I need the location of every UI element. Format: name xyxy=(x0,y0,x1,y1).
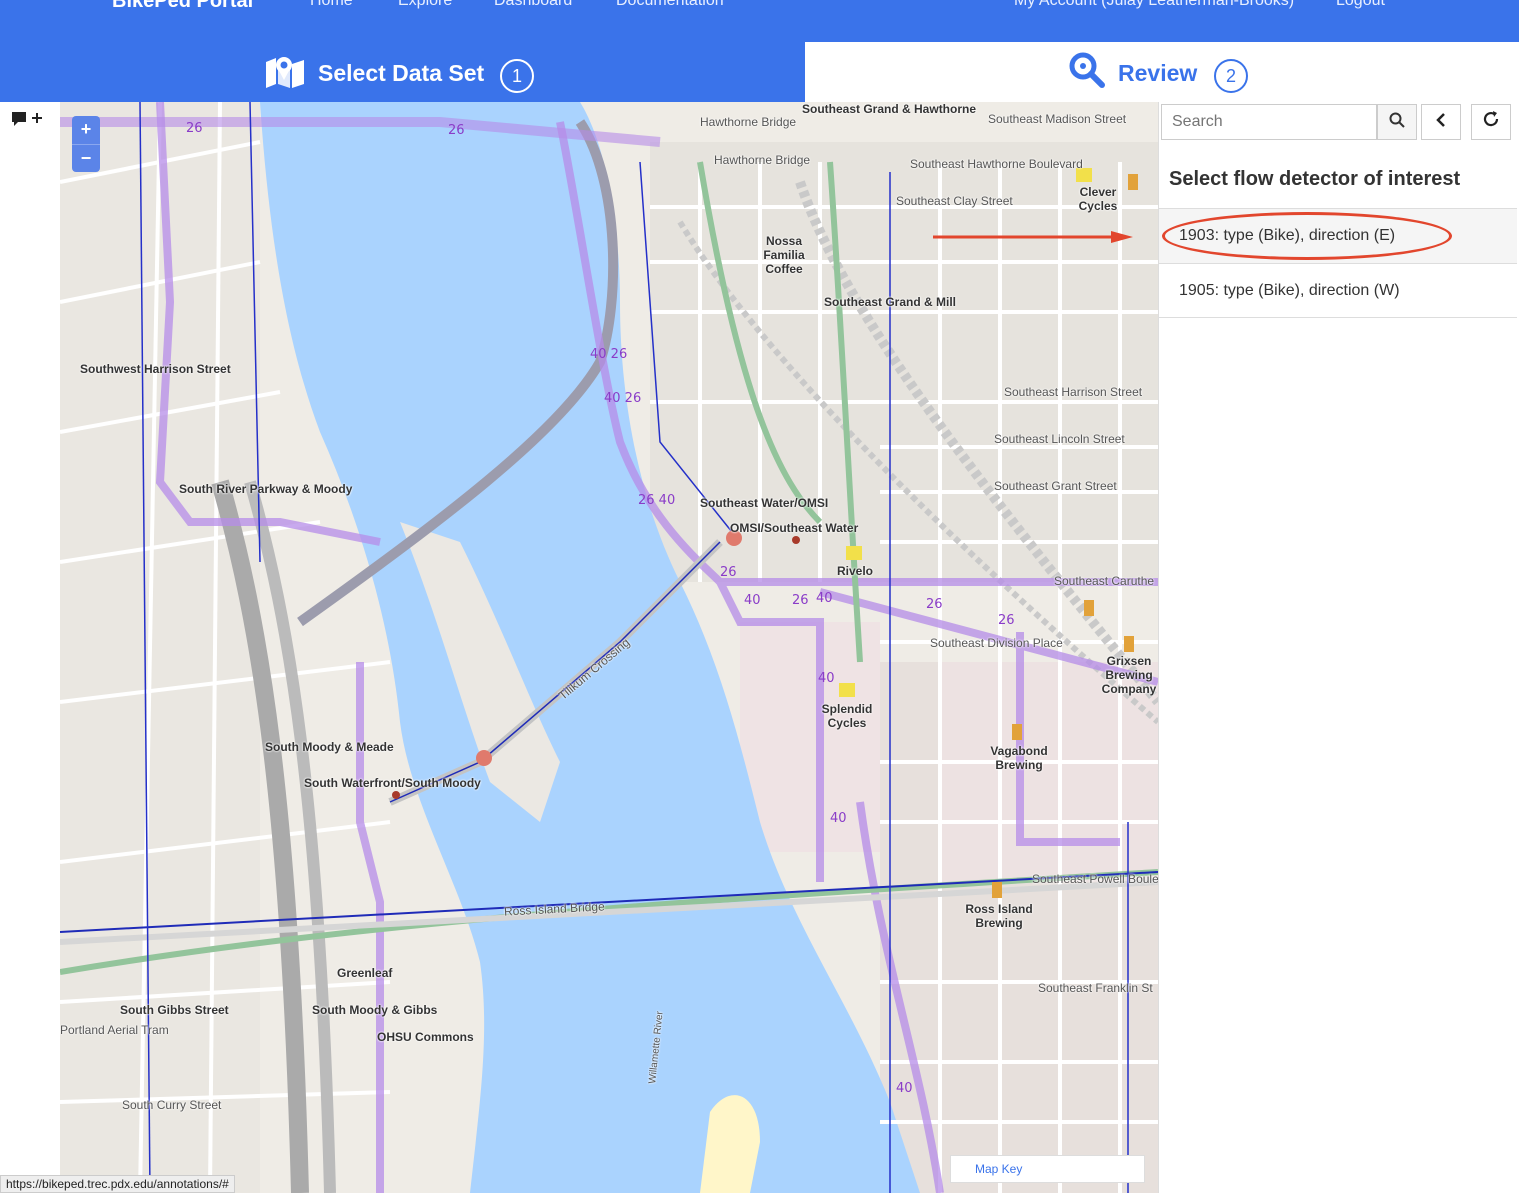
wizard-steps: Select Data Set 1 Review 2 xyxy=(0,42,1519,102)
map-label: Southeast Caruthe xyxy=(1054,574,1155,588)
svg-text:40: 40 xyxy=(816,591,833,606)
map-label: Southeast Grand & Mill xyxy=(824,295,957,309)
svg-text:26: 26 xyxy=(792,593,809,608)
svg-text:26: 26 xyxy=(720,565,737,580)
map-view[interactable]: 26 26 40 26 40 26 26 40 26 40 26 26 26 40 40 4… xyxy=(60,102,1158,1193)
step-select-data-set[interactable]: Select Data Set 1 xyxy=(0,42,805,102)
map-label: Southeast Harrison Street xyxy=(1004,385,1143,399)
search-icon xyxy=(1389,112,1405,128)
map-label: Southeast Water/OMSI xyxy=(700,496,829,510)
map-label: Southeast Grand & Hawthorne xyxy=(802,102,977,116)
svg-text:40: 40 xyxy=(818,671,835,686)
detector-panel: Select flow detector of interest 1903: t… xyxy=(1158,102,1519,1193)
map-label: Southeast Lincoln Street xyxy=(994,432,1125,446)
map-label: South Gibbs Street xyxy=(120,1003,229,1017)
map-label-vagabond: Vagabond Brewing xyxy=(990,744,1048,772)
map-label: Southeast Grant Street xyxy=(994,479,1117,493)
nav-dashboard[interactable]: Dashboard xyxy=(494,0,572,10)
svg-text:26: 26 xyxy=(998,613,1015,628)
brand-logo[interactable]: BikePed Portal xyxy=(112,0,253,13)
comment-plus-icon xyxy=(12,112,42,126)
map-label: South Curry Street xyxy=(122,1098,222,1112)
zoom-in-button[interactable]: + xyxy=(72,116,100,144)
nav-my-account[interactable]: My Account (Julay Leatherman-Brooks) xyxy=(1014,0,1294,10)
detector-item-1903[interactable]: 1903: type (Bike), direction (E) xyxy=(1159,208,1517,263)
search-input[interactable] xyxy=(1161,104,1377,140)
svg-text:40: 40 xyxy=(830,811,847,826)
step-2-label: Review xyxy=(1118,60,1198,86)
map-label: Portland Aerial Tram xyxy=(60,1023,169,1037)
map-label: Hawthorne Bridge xyxy=(714,153,811,167)
status-bar-url: https://bikeped.trec.pdx.edu/annotations… xyxy=(0,1175,235,1193)
map-key-button[interactable]: Map Key xyxy=(950,1155,1145,1183)
map-label: Southeast Division Place xyxy=(930,636,1063,650)
map-label: OMSI/Southeast Water xyxy=(730,521,859,535)
add-annotation-button[interactable] xyxy=(10,110,50,134)
zoom-out-button[interactable]: − xyxy=(72,144,100,172)
nav-logout[interactable]: Logout xyxy=(1336,0,1385,10)
search-button[interactable] xyxy=(1377,104,1417,140)
map-label: Hawthorne Bridge xyxy=(700,115,797,129)
nav-documentation[interactable]: Documentation xyxy=(616,0,724,10)
step-1-label: Select Data Set xyxy=(318,60,485,86)
svg-text:40: 40 xyxy=(896,1081,913,1096)
refresh-button[interactable] xyxy=(1471,104,1511,140)
back-button[interactable] xyxy=(1421,104,1461,140)
map-label: Southeast Powell Boulevard xyxy=(1032,872,1158,886)
zoom-control: + − xyxy=(72,116,100,172)
search-icon xyxy=(1069,52,1105,88)
step-1-number: 1 xyxy=(500,59,534,93)
top-navbar: BikePed Portal Home Explore Dashboard Do… xyxy=(0,0,1519,42)
refresh-icon xyxy=(1483,111,1499,127)
nav-explore[interactable]: Explore xyxy=(398,0,452,10)
map-label-nossa: Nossa Familia Coffee xyxy=(763,234,805,276)
svg-text:40 26: 40 26 xyxy=(590,347,627,362)
map-label: South River Parkway & Moody xyxy=(179,482,353,496)
step-2-number: 2 xyxy=(1214,59,1248,93)
svg-text:26: 26 xyxy=(926,597,943,612)
svg-text:26 40: 26 40 xyxy=(638,493,675,508)
map-label-ross-island-brewing: Ross Island Brewing xyxy=(965,902,1033,930)
map-label: South Waterfront/South Moody xyxy=(304,776,481,790)
map-label: Southeast Hawthorne Boulevard xyxy=(910,157,1083,171)
map-pin-icon xyxy=(266,57,304,88)
svg-text:40: 40 xyxy=(744,593,761,608)
map-label: Rivelo xyxy=(837,564,874,578)
panel-title: Select flow detector of interest xyxy=(1169,168,1461,190)
nav-home[interactable]: Home xyxy=(310,0,353,10)
map-label: Southeast Clay Street xyxy=(896,194,1013,208)
chevron-left-icon xyxy=(1436,113,1445,127)
map-label: OHSU Commons xyxy=(377,1030,474,1044)
svg-text:26: 26 xyxy=(448,123,465,138)
map-label-splendid: Splendid Cycles xyxy=(821,702,873,730)
step-review[interactable]: Review 2 xyxy=(1060,42,1320,102)
map-label-grixsen: Grixsen Brewing Company xyxy=(1101,654,1157,696)
map-label-clever-cycles: Clever Cycles xyxy=(1078,185,1118,213)
map-label: Southeast Franklin St xyxy=(1038,981,1153,995)
map-label: Southeast Madison Street xyxy=(988,112,1127,126)
svg-text:26: 26 xyxy=(186,121,203,136)
map-label: Southwest Harrison Street xyxy=(80,362,231,376)
detector-item-1905[interactable]: 1905: type (Bike), direction (W) xyxy=(1159,263,1517,318)
map-label: Greenleaf xyxy=(337,966,393,980)
svg-text:40 26: 40 26 xyxy=(604,391,641,406)
map-label: South Moody & Meade xyxy=(265,740,394,754)
map-label: South Moody & Gibbs xyxy=(312,1003,438,1017)
